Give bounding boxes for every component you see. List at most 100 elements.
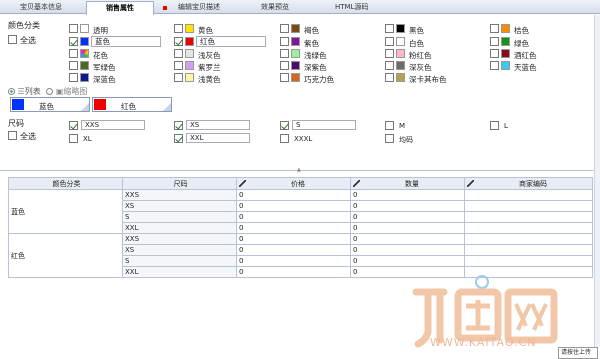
qty-input[interactable]: 0 bbox=[350, 211, 465, 223]
price-input[interactable]: 0 bbox=[236, 200, 351, 212]
color-checkbox[interactable] bbox=[490, 49, 499, 58]
color-checkbox[interactable] bbox=[174, 73, 183, 82]
size-checkbox[interactable] bbox=[174, 121, 183, 130]
code-input[interactable] bbox=[464, 200, 593, 212]
selected-color-red-label: 红色 bbox=[121, 102, 136, 111]
selected-color-red[interactable]: 红色 bbox=[92, 97, 172, 112]
size-checkbox[interactable] bbox=[174, 134, 183, 143]
color-label: 黄色 bbox=[198, 26, 213, 35]
price-input[interactable]: 0 bbox=[236, 255, 351, 267]
size-alias-input[interactable]: XS bbox=[186, 120, 250, 130]
size-cell: XXL bbox=[122, 222, 237, 234]
tab-basic-info[interactable]: 宝贝基本信息 bbox=[18, 1, 64, 14]
size-checkbox[interactable] bbox=[280, 134, 289, 143]
size-checkbox[interactable] bbox=[490, 121, 499, 130]
tab-edit-description[interactable]: 编辑宝贝描述 bbox=[176, 1, 222, 14]
code-input[interactable] bbox=[464, 244, 593, 256]
color-label: 紫色 bbox=[304, 39, 319, 48]
code-input[interactable] bbox=[464, 222, 593, 234]
price-input[interactable]: 0 bbox=[236, 244, 351, 256]
color-label: 透明 bbox=[93, 26, 108, 35]
tab-sales-attributes[interactable]: 销售属性 bbox=[86, 1, 167, 15]
price-input[interactable]: 0 bbox=[236, 233, 351, 245]
color-checkbox[interactable] bbox=[174, 61, 183, 70]
size-checkbox[interactable] bbox=[69, 121, 78, 130]
size-cell: S bbox=[122, 255, 237, 267]
radio-thumb-icon[interactable] bbox=[46, 88, 54, 95]
code-input[interactable] bbox=[464, 255, 593, 267]
size-alias-input[interactable]: XXL bbox=[186, 133, 250, 143]
price-input[interactable]: 0 bbox=[236, 266, 351, 278]
price-input[interactable]: 0 bbox=[236, 211, 351, 223]
color-label: 深紫色 bbox=[304, 63, 327, 72]
color-swatch bbox=[80, 24, 89, 33]
qty-input[interactable]: 0 bbox=[350, 222, 465, 234]
color-checkbox[interactable] bbox=[280, 49, 289, 58]
size-checkbox[interactable] bbox=[385, 134, 394, 143]
tab-sales-attributes-label: 销售属性 bbox=[106, 4, 134, 12]
color-checkbox[interactable] bbox=[174, 49, 183, 58]
color-checkbox[interactable] bbox=[174, 24, 183, 33]
size-select-all-checkbox[interactable] bbox=[8, 131, 17, 140]
color-checkbox[interactable] bbox=[385, 49, 394, 58]
color-select-all-label: 全选 bbox=[20, 36, 36, 45]
qty-input[interactable]: 0 bbox=[350, 233, 465, 245]
price-input[interactable]: 0 bbox=[236, 222, 351, 234]
edit-code-icon[interactable] bbox=[467, 179, 474, 187]
size-alias-input[interactable]: XXS bbox=[81, 120, 145, 130]
color-label: 浅灰色 bbox=[198, 51, 221, 60]
tab-html-source[interactable]: HTML源码 bbox=[333, 1, 370, 14]
color-swatch bbox=[80, 61, 89, 70]
collapse-arrow-icon[interactable]: ▲ bbox=[297, 167, 301, 173]
col-code: 商家编码 bbox=[464, 177, 593, 190]
color-alias-input[interactable]: 红色 bbox=[196, 36, 266, 47]
view-toggle[interactable]: ☰列表 ▣缩略图 bbox=[8, 86, 87, 97]
color-swatch bbox=[80, 73, 89, 82]
size-alias-input[interactable]: S bbox=[292, 120, 356, 130]
color-checkbox[interactable] bbox=[69, 61, 78, 70]
radio-list-icon[interactable] bbox=[8, 88, 15, 95]
color-checkbox[interactable] bbox=[280, 61, 289, 70]
color-checkbox[interactable] bbox=[280, 73, 289, 82]
qty-input[interactable]: 0 bbox=[350, 244, 465, 256]
color-checkbox[interactable] bbox=[280, 24, 289, 33]
color-checkbox[interactable] bbox=[490, 61, 499, 70]
color-checkbox[interactable] bbox=[69, 73, 78, 82]
edit-price-icon[interactable] bbox=[239, 179, 246, 187]
color-swatch bbox=[80, 49, 89, 58]
color-select-all-checkbox[interactable] bbox=[8, 35, 17, 44]
col-size: 尺码 bbox=[122, 177, 237, 190]
price-input[interactable]: 0 bbox=[236, 189, 351, 201]
vertical-scrollbar[interactable] bbox=[594, 15, 600, 347]
color-checkbox[interactable] bbox=[69, 24, 78, 33]
tab-preview[interactable]: 效果预览 bbox=[259, 1, 291, 14]
qty-input[interactable]: 0 bbox=[350, 200, 465, 212]
size-cell: XS bbox=[122, 244, 237, 256]
color-checkbox[interactable] bbox=[490, 37, 499, 46]
edit-qty-icon[interactable] bbox=[353, 179, 360, 187]
color-checkbox[interactable] bbox=[69, 37, 78, 46]
color-checkbox[interactable] bbox=[490, 24, 499, 33]
code-input[interactable] bbox=[464, 233, 593, 245]
color-checkbox[interactable] bbox=[69, 49, 78, 58]
qty-input[interactable]: 0 bbox=[350, 255, 465, 267]
color-alias-input[interactable]: 蓝色 bbox=[91, 36, 161, 47]
color-checkbox[interactable] bbox=[385, 24, 394, 33]
color-checkbox[interactable] bbox=[385, 61, 394, 70]
selected-color-blue[interactable]: 蓝色 bbox=[10, 97, 90, 112]
qty-input[interactable]: 0 bbox=[350, 189, 465, 201]
size-checkbox[interactable] bbox=[385, 121, 394, 130]
color-group-cell: 红色 bbox=[8, 233, 123, 278]
color-checkbox[interactable] bbox=[280, 37, 289, 46]
color-checkbox[interactable] bbox=[174, 37, 183, 46]
code-input[interactable] bbox=[464, 211, 593, 223]
color-checkbox[interactable] bbox=[385, 37, 394, 46]
color-label: 黑色 bbox=[409, 26, 424, 35]
size-checkbox[interactable] bbox=[69, 134, 78, 143]
code-input[interactable] bbox=[464, 189, 593, 201]
col-qty-label: 数量 bbox=[405, 179, 419, 188]
upload-tooltip: 请按住上传 bbox=[558, 347, 598, 359]
size-checkbox[interactable] bbox=[280, 121, 289, 130]
color-checkbox[interactable] bbox=[385, 73, 394, 82]
section-divider[interactable]: ▲ bbox=[0, 167, 600, 173]
